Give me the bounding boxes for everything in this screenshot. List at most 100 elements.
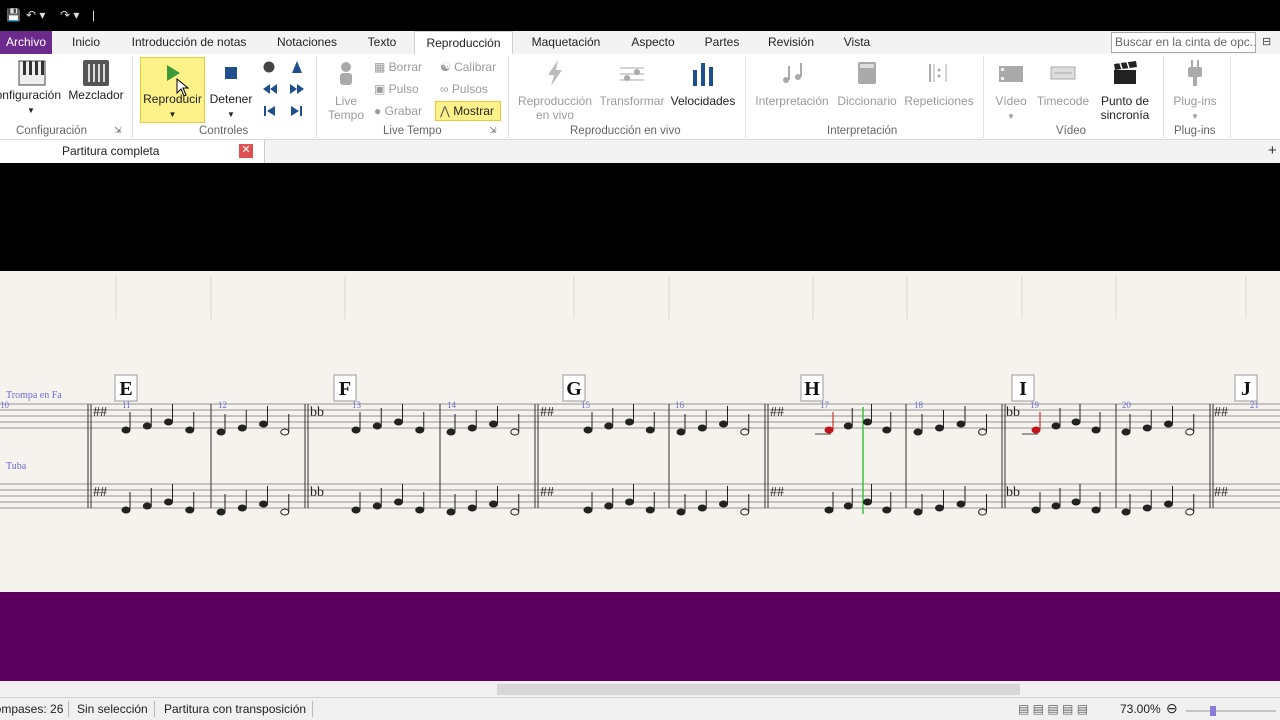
go-to-start-icon[interactable] [262, 104, 278, 118]
note-head [956, 500, 966, 508]
note-head [415, 506, 425, 514]
score-view[interactable]: Trompa en Fa Tuba E F G H I J 10 11 12 13 14 15 16 17 18… [0, 271, 1280, 592]
zoom-out-icon[interactable]: ⊖ [1166, 700, 1178, 717]
transform-button[interactable]: Transformar [598, 58, 666, 108]
notes-icon [783, 63, 802, 83]
zoom-slider[interactable] [1186, 706, 1276, 716]
note-head [824, 506, 834, 514]
note-head [676, 428, 686, 436]
record-icon[interactable] [262, 60, 276, 74]
scrollbar-thumb[interactable] [497, 684, 1020, 695]
grabar-button[interactable]: ● Grabar [374, 104, 422, 118]
configuration-button[interactable]: Configuración ▼ [0, 58, 62, 118]
plugins-button[interactable]: Plug-ins ▼ [1170, 58, 1220, 124]
note-head [142, 422, 152, 430]
transposition-status[interactable]: Partitura con transposición [164, 702, 306, 716]
rehearsal-mark: H [804, 378, 820, 400]
grabar-label: Grabar [384, 104, 422, 118]
key-signature: ## [1214, 485, 1228, 500]
chevron-down-icon: ▼ [168, 110, 177, 119]
mixer-icon [83, 60, 109, 86]
score-canvas[interactable]: Trompa en Fa Tuba E F G H I J 10 11 12 13 14 15 16 17 18… [0, 271, 1280, 592]
velocities-icon [693, 63, 713, 86]
tab-inicio[interactable]: Inicio [64, 31, 108, 54]
note-head [843, 422, 853, 430]
note-head [843, 502, 853, 510]
divider [316, 56, 317, 138]
video-button[interactable]: Vídeo ▼ [990, 58, 1032, 124]
transform-icon [620, 67, 644, 81]
zoom-level[interactable]: 73.00% [1120, 702, 1161, 716]
velocities-button[interactable]: Velocidades [668, 58, 738, 108]
timecode-button[interactable]: Timecode [1034, 58, 1092, 108]
tab-partes[interactable]: Partes [698, 31, 746, 54]
borrar-button[interactable]: ▦ Borrar [374, 60, 422, 74]
play-button[interactable]: Reproducir ▼ [140, 62, 205, 122]
ribbon-search-input[interactable]: Buscar en la cinta de opc... [1111, 32, 1256, 53]
film-icon [999, 66, 1023, 82]
note-head [1142, 504, 1152, 512]
new-tab-icon[interactable]: + [1268, 142, 1277, 159]
divider [508, 56, 509, 138]
metronome-icon[interactable] [289, 60, 305, 74]
mixer-button[interactable]: Mezclador [66, 58, 126, 102]
interpretation-button[interactable]: Interpretación [754, 58, 830, 108]
selection-status: Sin selección [77, 702, 148, 716]
live-tempo-button[interactable]: Live Tempo [326, 58, 366, 122]
document-tab[interactable]: Partitura completa ✕ [0, 140, 265, 163]
tab-maquetacion[interactable]: Maquetación [525, 31, 607, 54]
collapse-ribbon-icon[interactable]: ⊟ [1262, 35, 1271, 48]
note-head [913, 508, 923, 516]
tab-reproduccion[interactable]: Reproducción [414, 31, 513, 54]
velocities-label: Velocidades [670, 94, 736, 108]
note-head [280, 428, 290, 436]
pulsos-button[interactable]: ∞ Pulsos [440, 82, 488, 96]
ribbon-panel: Configuración ▼ Mezclador Configuración … [0, 54, 1280, 140]
interpretation-label: Interpretación [755, 94, 829, 108]
divider [154, 701, 155, 717]
bar-number: 20 [1122, 400, 1132, 410]
lower-panel [0, 592, 1280, 681]
dialog-launcher-icon[interactable]: ⇲ [489, 125, 497, 136]
live-playback-button[interactable]: Reproducción en vivo [516, 58, 594, 122]
tab-aspecto[interactable]: Aspecto [623, 31, 683, 54]
tab-file[interactable]: Archivo [0, 31, 52, 54]
lightning-icon [548, 60, 562, 86]
chevron-down-icon: ▼ [27, 106, 35, 115]
note-head [1185, 508, 1195, 516]
sync-point-button[interactable]: Punto de sincronía [1094, 58, 1156, 122]
go-to-end-icon[interactable] [289, 104, 305, 118]
undo-icon[interactable]: ↶ ▾ [26, 8, 45, 22]
note-head [237, 504, 247, 512]
stop-button[interactable]: Detener ▼ [208, 62, 254, 122]
view-mode-icons[interactable]: ▤ ▤ ▤ ▤ ▤ [1018, 702, 1088, 716]
close-icon[interactable]: ✕ [239, 144, 253, 158]
tab-notaciones[interactable]: Notaciones [270, 31, 344, 54]
tab-vista[interactable]: Vista [836, 31, 878, 54]
save-icon[interactable]: 💾 [6, 8, 21, 22]
group-label-live-tempo: Live Tempo [383, 125, 442, 137]
dictionary-button[interactable]: Diccionario [834, 58, 900, 108]
horizontal-scrollbar[interactable] [0, 681, 1280, 697]
divider [745, 56, 746, 138]
plugins-label: Plug-ins [1173, 94, 1217, 108]
note-head [446, 508, 456, 516]
note-head [645, 426, 655, 434]
note-head [164, 418, 173, 426]
tab-revision[interactable]: Revisión [762, 31, 820, 54]
fast-forward-icon[interactable] [289, 82, 305, 96]
tab-introduccion-notas[interactable]: Introducción de notas [125, 31, 253, 54]
redo-icon[interactable]: ↷ ▾ [60, 8, 79, 22]
note-head [697, 504, 707, 512]
rewind-icon[interactable] [262, 82, 278, 96]
score-top-margin [0, 163, 1280, 271]
tab-texto[interactable]: Texto [360, 31, 404, 54]
ribbon-tabs: Archivo Inicio Introducción de notas Not… [0, 31, 1280, 54]
repeats-button[interactable]: Repeticiones [904, 58, 974, 108]
mostrar-button[interactable]: ⋀ Mostrar [440, 104, 494, 118]
transform-label: Transformar [599, 94, 665, 108]
dialog-launcher-icon[interactable]: ⇲ [114, 125, 122, 136]
calibrar-button[interactable]: ☯ Calibrar [440, 60, 496, 74]
note-head [1164, 420, 1173, 428]
pulso-button[interactable]: ▣ Pulso [374, 82, 419, 96]
